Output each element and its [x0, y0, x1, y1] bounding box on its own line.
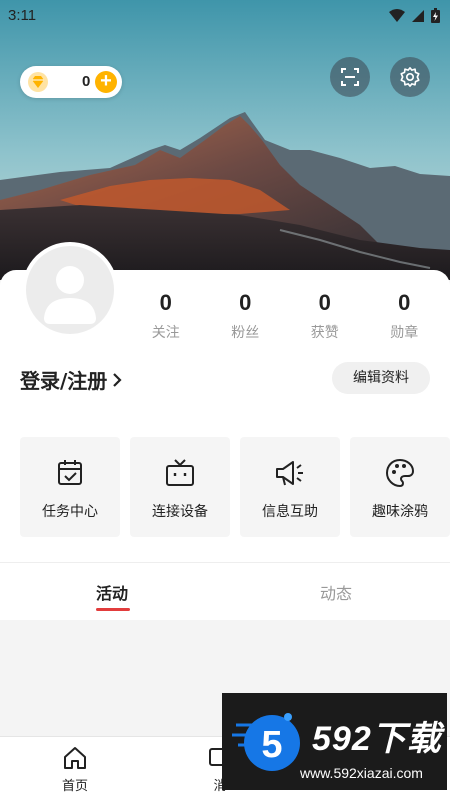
home-icon — [64, 747, 86, 769]
chevron-right-icon — [113, 372, 122, 387]
status-bar: 3:11 — [0, 0, 450, 32]
divider — [0, 562, 450, 563]
mountain-landscape-image — [0, 0, 450, 280]
nav-home[interactable]: 首页 — [45, 745, 105, 794]
shortcut-label: 连接设备 — [152, 504, 208, 520]
shortcut-connect-device[interactable]: 连接设备 — [130, 437, 230, 537]
shortcut-doodle[interactable]: 趣味涂鸦 — [350, 437, 450, 537]
stat-value: 0 — [159, 290, 172, 315]
shortcut-grid: 任务中心 连接设备 信息互助 趣味涂鸦 — [20, 437, 450, 537]
coin-balance[interactable]: 0 + — [20, 66, 122, 98]
edit-profile-button[interactable]: 编辑资料 — [332, 362, 430, 394]
gear-icon — [400, 67, 420, 87]
avatar[interactable] — [22, 242, 118, 338]
stat-badges[interactable]: 0 勋章 — [365, 290, 445, 342]
scan-icon — [341, 68, 359, 86]
user-placeholder-icon — [44, 266, 96, 324]
coin-count: 0 — [82, 73, 91, 90]
status-icons — [389, 8, 440, 23]
cellular-signal-icon — [412, 9, 424, 22]
stat-likes[interactable]: 0 获赞 — [285, 290, 365, 342]
stat-label: 关注 — [151, 325, 180, 341]
stat-fans[interactable]: 0 粉丝 — [206, 290, 286, 342]
wifi-icon — [389, 8, 405, 22]
shortcut-label: 任务中心 — [42, 504, 98, 520]
stat-following[interactable]: 0 关注 — [126, 290, 206, 342]
tv-icon — [166, 459, 194, 486]
tab-activity[interactable]: 活动 — [96, 580, 128, 604]
active-tab-indicator — [96, 608, 130, 611]
stat-value: 0 — [318, 290, 331, 315]
tab-dynamic[interactable]: 动态 — [320, 580, 352, 604]
profile-stats: 0 关注 0 粉丝 0 获赞 0 勋章 — [126, 290, 444, 342]
stat-label: 粉丝 — [231, 325, 260, 341]
shortcut-task-center[interactable]: 任务中心 — [20, 437, 120, 537]
battery-icon — [431, 8, 440, 23]
diamond-icon — [28, 72, 48, 92]
stat-value: 0 — [398, 290, 411, 315]
stat-label: 勋章 — [390, 325, 419, 341]
shortcut-info-help[interactable]: 信息互助 — [240, 437, 340, 537]
592-logo-icon: 5 — [232, 713, 300, 771]
status-time: 3:11 — [8, 7, 37, 24]
stat-label: 获赞 — [310, 325, 339, 341]
login-register-label: 登录/注册 — [20, 369, 108, 393]
nav-label: 首页 — [61, 779, 88, 794]
watermark-title: 592下载 — [312, 720, 442, 758]
watermark-url: www.592xiazai.com — [300, 765, 423, 781]
stat-value: 0 — [239, 290, 252, 315]
add-coins-button[interactable]: + — [95, 71, 117, 93]
calendar-check-icon — [58, 460, 82, 485]
content-tabs: 活动 动态 — [0, 580, 450, 616]
settings-button[interactable] — [390, 57, 430, 97]
login-register-link[interactable]: 登录/注册 — [20, 365, 123, 394]
shortcut-label: 信息互助 — [262, 504, 318, 520]
svg-text:5: 5 — [261, 724, 282, 766]
palette-icon — [385, 458, 415, 488]
shortcut-label: 趣味涂鸦 — [372, 504, 428, 520]
scan-button[interactable] — [330, 57, 370, 97]
profile-screen: 3:11 0 + 0 关注 0 粉丝 0 获赞 0 勋章 登录/注册 编辑资料 … — [0, 0, 450, 800]
watermark-592xiazai: 5 592下载 www.592xiazai.com — [222, 693, 447, 790]
megaphone-icon — [276, 461, 303, 486]
hero-background — [0, 0, 450, 280]
